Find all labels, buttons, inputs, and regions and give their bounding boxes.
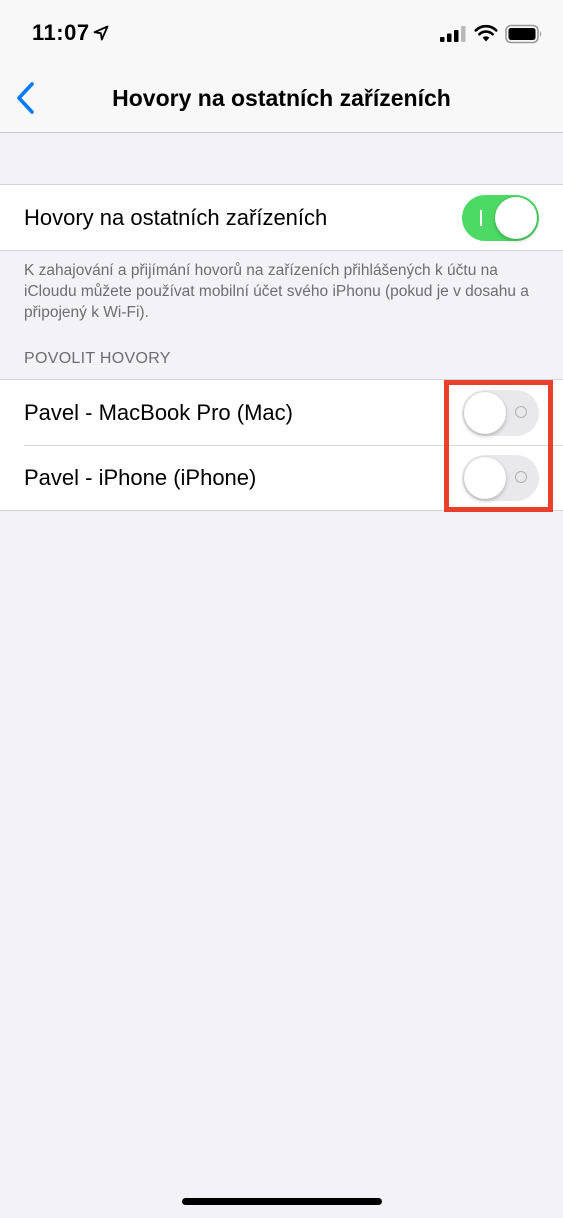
footer-note: K zahajování a přijímání hovorů na zaříz…	[24, 262, 529, 321]
calls-on-other-devices-toggle[interactable]	[462, 194, 539, 241]
wifi-icon	[474, 24, 498, 42]
device-toggle-iphone[interactable]	[462, 454, 539, 501]
device-toggle-macbook[interactable]	[462, 389, 539, 436]
toggle-off-mark	[515, 470, 527, 483]
allow-calls-group: Pavel - MacBook Pro (Mac) Pavel - iPhone…	[0, 379, 563, 511]
navigation-bar: Hovory na ostatních zařízeních	[0, 66, 563, 133]
main-settings-group: Hovory na ostatních zařízeních	[0, 184, 563, 251]
toggle-off-mark	[515, 405, 527, 418]
device-label-iphone: Pavel - iPhone (iPhone)	[24, 464, 257, 490]
calls-on-other-devices-row: Hovory na ostatních zařízeních	[0, 185, 563, 250]
toggle-on-mark	[480, 209, 482, 226]
status-time: 11:07	[32, 20, 90, 45]
calls-on-other-devices-label: Hovory na ostatních zařízeních	[24, 204, 328, 230]
toggle-knob	[495, 196, 537, 239]
home-indicator[interactable]	[182, 1198, 382, 1205]
toggle-knob	[464, 456, 506, 499]
toggle-knob	[464, 391, 506, 434]
cellular-signal-icon	[440, 26, 466, 42]
device-row-iphone: Pavel - iPhone (iPhone)	[0, 445, 563, 510]
battery-icon	[505, 24, 542, 44]
allow-calls-header: POVOLIT HOVORY	[24, 350, 171, 367]
page-title: Hovory na ostatních zařízeních	[112, 85, 451, 111]
status-bar: 11:07	[0, 0, 563, 66]
device-row-macbook: Pavel - MacBook Pro (Mac)	[0, 380, 563, 445]
location-arrow-icon	[93, 25, 109, 41]
device-label-macbook: Pavel - MacBook Pro (Mac)	[24, 399, 293, 425]
